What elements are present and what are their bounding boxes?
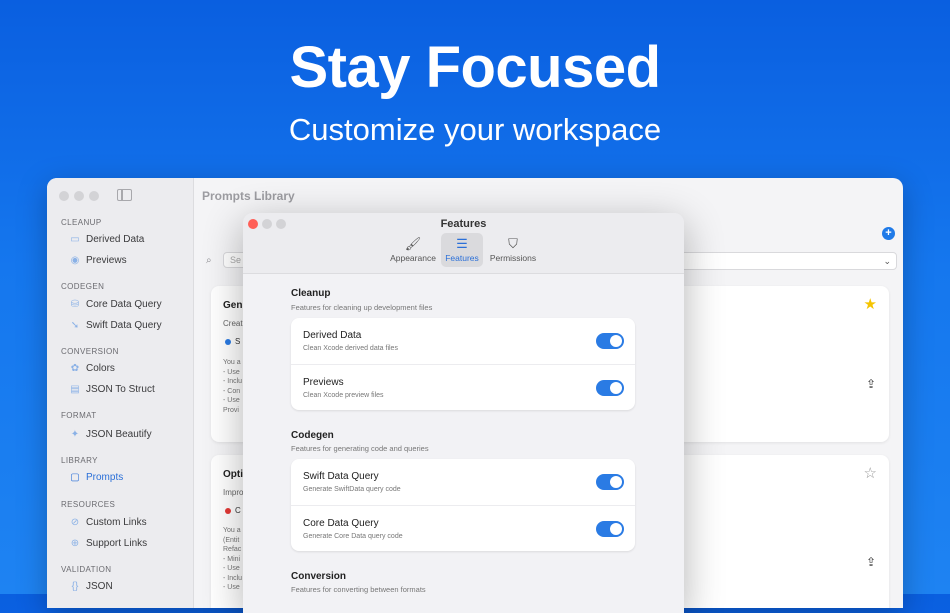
braces-icon: {} — [71, 581, 79, 592]
sidebar-section-cleanup: CLEANUP — [61, 218, 102, 227]
sidebar-item-core-data-query[interactable]: ⛁ Core Data Query — [69, 299, 162, 310]
card-description: Creat — [223, 319, 243, 328]
group-title-codegen: Codegen — [291, 430, 334, 441]
card-body: You a (Entit Refac - Mini - Use - Inclu … — [223, 527, 243, 591]
minimize-traffic-light[interactable] — [74, 191, 84, 201]
tab-permissions[interactable]: ⛉ Permissions — [487, 233, 539, 267]
link-icon: ⊕ — [70, 538, 80, 549]
feature-title: Swift Data Query — [303, 471, 379, 482]
share-icon[interactable]: ⇪ — [866, 377, 876, 391]
core-data-query-toggle[interactable] — [596, 521, 624, 537]
sidebar-item-prompts[interactable]: ▢ Prompts — [69, 472, 123, 483]
hero-title: Stay Focused — [289, 35, 661, 100]
sidebar-item-json[interactable]: {} JSON — [69, 581, 113, 592]
sidebar-item-previews[interactable]: ◉ Previews — [69, 255, 127, 266]
star-filled-icon[interactable]: ★ — [864, 295, 877, 313]
chat-icon: ▢ — [70, 472, 80, 483]
swift-icon: ➘ — [70, 320, 80, 331]
folder-icon: ▭ — [70, 234, 80, 245]
feature-description: Clean Xcode preview files — [303, 392, 384, 399]
feature-title: Derived Data — [303, 330, 362, 341]
group-desc-conversion: Features for converting between formats — [291, 585, 426, 594]
feature-description: Generate Core Data query code — [303, 533, 403, 540]
card-title: Opti — [223, 469, 243, 480]
document-icon: ▤ — [70, 384, 80, 395]
sidebar-item-json-beautify[interactable]: ✦ JSON Beautify — [69, 429, 152, 440]
sparkle-icon: ✦ — [70, 429, 80, 440]
card-tag: S — [225, 337, 240, 346]
feature-row-swift-data-query: Swift Data Query Generate SwiftData quer… — [291, 459, 635, 505]
sidebar-section-format: FORMAT — [61, 411, 97, 420]
feature-description: Clean Xcode derived data files — [303, 345, 398, 352]
sidebar: CLEANUP ▭ Derived Data ◉ Previews CODEGEN … — [47, 178, 194, 608]
card-description: Impro — [223, 488, 244, 497]
dialog-title: Features — [440, 218, 487, 230]
sidebar-item-support-links[interactable]: ⊕ Support Links — [69, 538, 147, 549]
sidebar-item-swift-data-query[interactable]: ➘ Swift Data Query — [69, 320, 162, 331]
feature-title: Previews — [303, 377, 344, 388]
sidebar-item-custom-links[interactable]: ⊘ Custom Links — [69, 517, 147, 528]
close-traffic-light[interactable] — [59, 191, 69, 201]
group-desc-cleanup: Features for cleaning up development fil… — [291, 303, 433, 312]
feature-description: Generate SwiftData query code — [303, 486, 401, 493]
sidebar-item-derived-data[interactable]: ▭ Derived Data — [69, 234, 144, 245]
group-title-cleanup: Cleanup — [291, 288, 331, 299]
tab-features[interactable]: ☰ Features — [441, 233, 483, 267]
window-title: Prompts Library — [202, 189, 295, 203]
switches-icon: ☰ — [456, 236, 468, 251]
sidebar-item-colors[interactable]: ✿ Colors — [69, 363, 115, 374]
dialog-toolbar: Features 🖌 Appearance ☰ Features ⛉ Permi… — [243, 213, 684, 274]
feature-row-previews: Previews Clean Xcode preview files — [291, 364, 635, 411]
swift-data-query-toggle[interactable] — [596, 474, 624, 490]
cleanup-panel: Derived Data Clean Xcode derived data fi… — [291, 318, 635, 410]
paintbrush-icon: 🖌 — [404, 236, 422, 251]
eye-icon: ◉ — [70, 255, 80, 266]
hero-subtitle: Customize your workspace — [288, 112, 662, 147]
search-icon: ⌕ — [206, 255, 212, 266]
group-title-conversion: Conversion — [291, 571, 347, 582]
star-outline-icon[interactable]: ☆ — [864, 464, 877, 482]
card-body: You a - Use - Inclu - Con - Use Provi — [223, 359, 243, 414]
group-desc-codegen: Features for generating code and queries — [291, 444, 429, 453]
chevron-down-icon: ⌄ — [883, 256, 891, 266]
features-dialog: Features 🖌 Appearance ☰ Features ⛉ Permi… — [243, 213, 684, 613]
compass-icon: ⊘ — [70, 517, 80, 528]
card-tag: C — [225, 506, 241, 515]
sidebar-toggle-icon[interactable] — [117, 189, 132, 201]
filter-dropdown[interactable]: ⌄ — [655, 252, 897, 270]
sidebar-section-library: LIBRARY — [61, 456, 98, 465]
feature-row-derived-data: Derived Data Clean Xcode derived data fi… — [291, 318, 635, 364]
sidebar-section-validation: VALIDATION — [61, 565, 112, 574]
sidebar-section-resources: RESOURCES — [61, 500, 116, 509]
sidebar-item-json-to-struct[interactable]: ▤ JSON To Struct — [69, 384, 154, 395]
sidebar-section-codegen: CODEGEN — [61, 282, 105, 291]
tab-appearance[interactable]: 🖌 Appearance — [388, 233, 438, 267]
database-icon: ⛁ — [70, 299, 80, 310]
share-icon[interactable]: ⇪ — [866, 555, 876, 569]
card-title: Gen — [223, 300, 243, 311]
feature-row-core-data-query: Core Data Query Generate Core Data query… — [291, 505, 635, 552]
sidebar-section-conversion: CONVERSION — [61, 347, 119, 356]
codegen-panel: Swift Data Query Generate SwiftData quer… — [291, 459, 635, 551]
derived-data-toggle[interactable] — [596, 333, 624, 349]
lock-shield-icon: ⛉ — [508, 236, 518, 251]
palette-icon: ✿ — [70, 363, 80, 374]
previews-toggle[interactable] — [596, 380, 624, 396]
zoom-traffic-light[interactable] — [89, 191, 99, 201]
add-prompt-button[interactable]: + — [882, 227, 895, 240]
feature-title: Core Data Query — [303, 518, 379, 529]
